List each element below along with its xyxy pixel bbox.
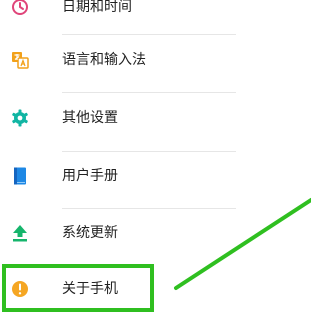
settings-item-label: 用户手册 xyxy=(62,168,118,184)
gear-icon xyxy=(12,109,28,127)
settings-screen: 日期和时间 语言和输入法 其他设置 用户手册 系统更新 关于手机 xyxy=(0,0,311,317)
clock-icon xyxy=(12,0,28,15)
upload-icon xyxy=(13,225,27,242)
settings-item-other-settings[interactable]: 其他设置 xyxy=(0,93,240,145)
settings-item-user-manual[interactable]: 用户手册 xyxy=(0,151,240,203)
settings-item-label: 其他设置 xyxy=(62,110,118,126)
settings-item-language-input[interactable]: 语言和输入法 xyxy=(0,35,240,87)
language-icon xyxy=(12,52,29,69)
book-icon xyxy=(14,167,26,185)
settings-item-label: 语言和输入法 xyxy=(62,52,146,68)
settings-item-date-time[interactable]: 日期和时间 xyxy=(0,0,240,34)
settings-item-system-update[interactable]: 系统更新 xyxy=(0,208,240,260)
settings-item-label: 系统更新 xyxy=(62,225,118,241)
settings-item-label: 日期和时间 xyxy=(62,0,132,15)
highlight-box xyxy=(2,264,154,312)
